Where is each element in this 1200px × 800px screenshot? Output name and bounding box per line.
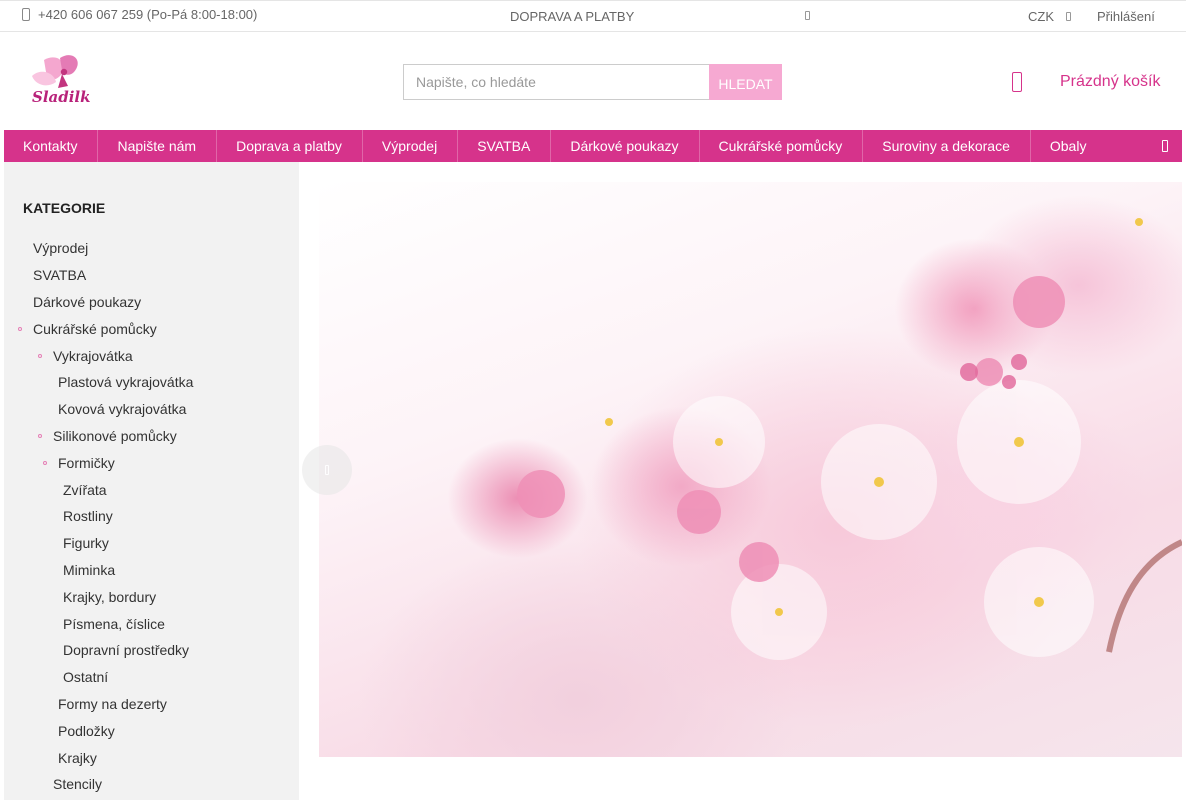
nav-item-write-us[interactable]: Napište nám [98,130,218,162]
mobile-icon[interactable] [805,11,810,20]
category-label: Podložky [58,722,115,739]
category-item[interactable]: Dopravní prostředky [4,637,299,664]
phone-number: +420 606 067 259 (Po-Pá 8:00-18:00) [38,7,258,22]
category-sidebar: KATEGORIE Výprodej SVATBA Dárkové poukaz… [4,162,299,800]
category-list: Výprodej SVATBA Dárkové poukazy Cukrářsk… [4,235,299,798]
category-item[interactable]: Zvířata [4,476,299,503]
phone-icon [22,8,30,21]
slider-prev-button[interactable] [302,445,352,495]
category-label: Dopravní prostředky [63,642,190,659]
login-link[interactable]: Přihlášení [1097,9,1155,24]
cart-link[interactable]: Prázdný košík [1012,72,1160,92]
currency-selector[interactable]: CZK [1028,9,1054,24]
search-input[interactable] [403,64,709,100]
category-item[interactable]: Plastová vykrajovátka [4,369,299,396]
category-item[interactable]: Krajky [4,744,299,771]
nav-item-sale[interactable]: Výprodej [363,130,459,162]
shipping-link[interactable]: DOPRAVA A PLATBY [510,9,634,24]
category-label: SVATBA [33,267,87,284]
category-label: Plastová vykrajovátka [58,374,194,391]
category-label: Silikonové pomůcky [53,427,177,444]
category-item[interactable]: Formy na dezerty [4,691,299,718]
category-item[interactable]: Kovová vykrajovátka [4,396,299,423]
chevron-left-icon [325,465,329,475]
nav-item-gift-vouchers[interactable]: Dárkové poukazy [551,130,700,162]
bullet-icon [43,460,47,465]
cart-label: Prázdný košík [1060,73,1161,90]
bullet-icon [38,433,42,438]
category-item[interactable]: Podložky [4,717,299,744]
category-item[interactable]: Písmena, číslice [4,610,299,637]
category-item[interactable]: Ostatní [4,664,299,691]
sidebar-title: KATEGORIE [23,200,106,216]
category-item[interactable]: Krajky, bordury [4,583,299,610]
logo-text: Sladilka [32,88,90,106]
category-label: Krajky [58,749,97,766]
nav-more-button[interactable] [1148,130,1182,162]
category-item[interactable]: Rostliny [4,503,299,530]
category-label: Zvířata [63,481,107,498]
category-label: Kovová vykrajovátka [58,401,187,418]
hero-banner-image[interactable] [319,182,1182,757]
nav-item-contacts[interactable]: Kontakty [4,130,99,162]
category-item[interactable]: SVATBA [4,262,299,289]
category-label: Formy na dezerty [58,695,167,712]
nav-item-pastry-tools[interactable]: Cukrářské pomůcky [700,130,864,162]
nav-item-shipping[interactable]: Doprava a platby [217,130,363,162]
category-label: Vykrajovátka [53,347,133,364]
menu-icon [1162,140,1168,152]
category-label: Rostliny [63,508,113,525]
chevron-right-icon [1183,465,1187,475]
nav-item-wedding[interactable]: SVATBA [458,130,552,162]
category-item[interactable]: Silikonové pomůcky [4,423,299,450]
category-label: Formičky [58,454,115,471]
cart-icon [1012,72,1022,92]
main-nav: Kontakty Napište nám Doprava a platby Vý… [4,130,1182,162]
category-item[interactable]: Stencily [4,771,299,798]
category-item[interactable]: Vykrajovátka [4,342,299,369]
category-item[interactable]: Figurky [4,530,299,557]
search-button[interactable]: HLEDAT [709,64,782,100]
site-logo[interactable]: Sladilka [24,50,100,108]
category-label: Krajky, bordury [63,588,157,605]
category-label: Výprodej [33,240,89,257]
category-label: Písmena, číslice [63,615,165,632]
category-item[interactable]: Cukrářské pomůcky [4,315,299,342]
top-bar: +420 606 067 259 (Po-Pá 8:00-18:00) DOPR… [0,0,1186,32]
chevron-down-icon[interactable] [1066,12,1071,21]
category-label: Figurky [63,535,109,552]
category-label: Miminka [63,561,116,578]
cherry-blossom-image [517,218,1182,660]
search-bar: HLEDAT [403,64,782,100]
category-item[interactable]: Dárkové poukazy [4,289,299,316]
category-item[interactable]: Miminka [4,557,299,584]
phone-contact[interactable]: +420 606 067 259 (Po-Pá 8:00-18:00) [22,7,257,22]
category-label: Ostatní [63,669,109,686]
nav-item-packaging[interactable]: Obaly [1031,130,1107,162]
bullet-icon [38,353,42,358]
category-item[interactable]: Formičky [4,449,299,476]
category-item[interactable]: Výprodej [4,235,299,262]
bullet-icon [18,326,22,331]
category-label: Stencily [53,776,103,793]
category-label: Dárkové poukazy [33,293,142,310]
category-label: Cukrářské pomůcky [33,320,157,337]
nav-item-ingredients[interactable]: Suroviny a dekorace [863,130,1031,162]
fairy-logo-icon: Sladilka [32,55,100,106]
